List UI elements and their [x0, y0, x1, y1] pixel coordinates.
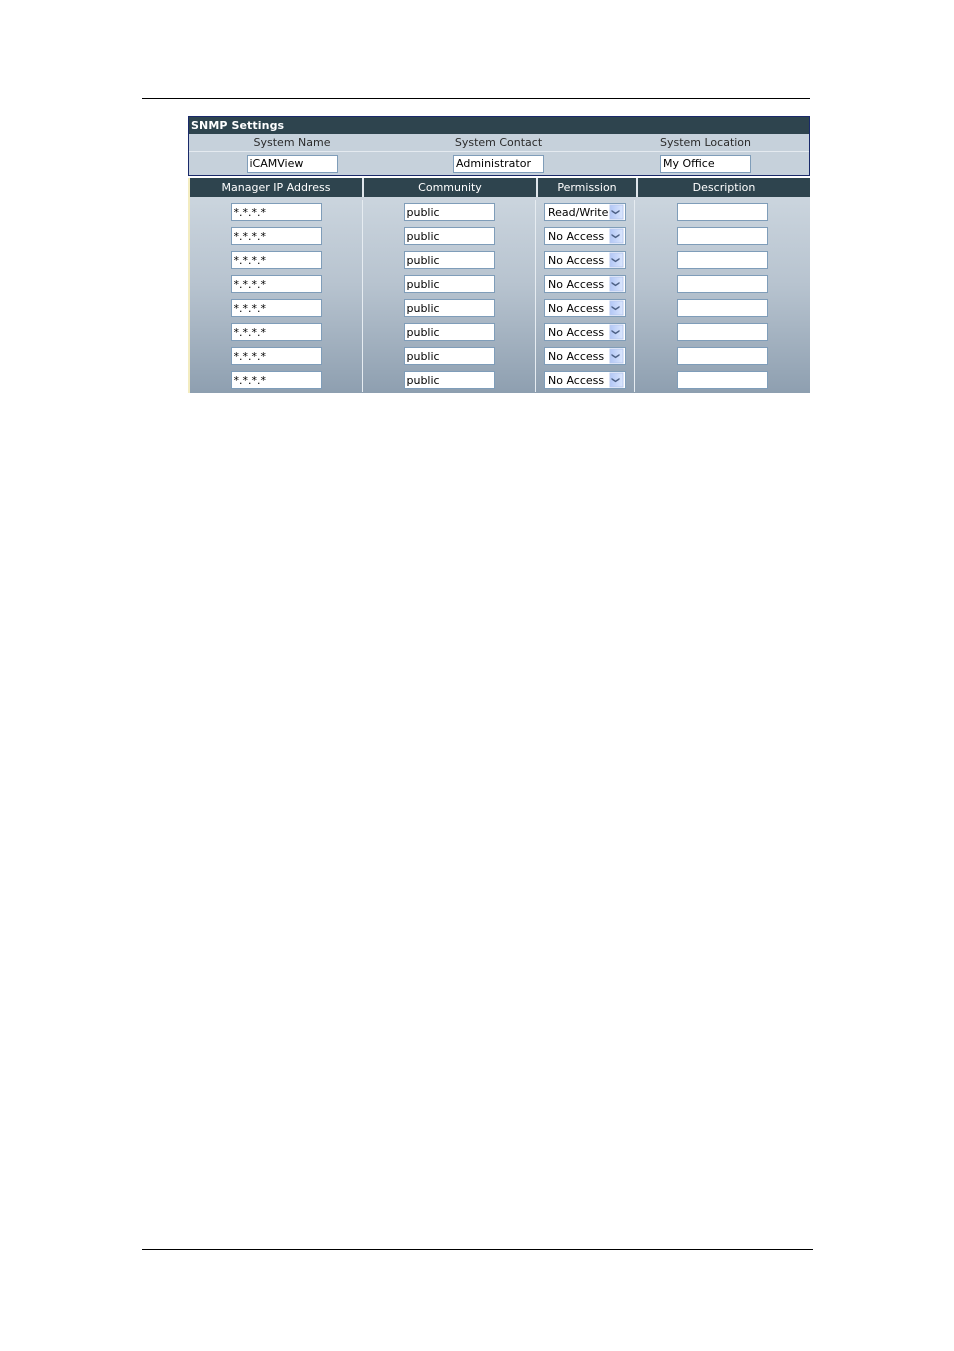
chevron-down-icon[interactable]: ❯: [609, 324, 624, 340]
community-input[interactable]: [403, 203, 495, 221]
manager-ip-input[interactable]: [230, 275, 322, 293]
permission-value: No Access: [548, 301, 605, 315]
permission-select[interactable]: No Access ❯: [544, 347, 626, 365]
description-input[interactable]: [677, 251, 768, 269]
community-input[interactable]: [403, 323, 495, 341]
community-input[interactable]: [403, 371, 495, 389]
permission-select[interactable]: No Access ❯: [544, 299, 626, 317]
community-input[interactable]: [403, 227, 495, 245]
permission-value: No Access: [548, 277, 605, 291]
description-input[interactable]: [677, 227, 768, 245]
snmp-manager-table: Manager IP Address Community Permission …: [188, 178, 810, 393]
snmp-settings-panel: SNMP Settings System Name System Contact…: [188, 116, 810, 393]
manager-ip-input[interactable]: [230, 251, 322, 269]
table-row: No Access ❯: [190, 272, 810, 296]
description-input[interactable]: [677, 371, 768, 389]
permission-select[interactable]: No Access ❯: [544, 323, 626, 341]
community-input[interactable]: [403, 251, 495, 269]
manager-ip-input[interactable]: [230, 227, 322, 245]
description-input[interactable]: [677, 275, 768, 293]
system-inputs-row: [189, 152, 809, 175]
system-info-box: SNMP Settings System Name System Contact…: [188, 116, 810, 176]
table-row: No Access ❯: [190, 296, 810, 320]
table-body: Read/Write ❯ No Access ❯ No Access ❯: [190, 197, 810, 393]
manager-ip-input[interactable]: [230, 371, 322, 389]
chevron-down-icon[interactable]: ❯: [609, 348, 624, 364]
column-header-description: Description: [692, 181, 756, 194]
permission-select[interactable]: No Access ❯: [544, 251, 626, 269]
table-header: Manager IP Address Community Permission …: [190, 178, 810, 197]
description-input[interactable]: [677, 203, 768, 221]
permission-select[interactable]: No Access ❯: [544, 275, 626, 293]
system-location-label: System Location: [659, 136, 752, 149]
description-input[interactable]: [677, 299, 768, 317]
permission-select[interactable]: No Access ❯: [544, 371, 626, 389]
page-footer-rule: [142, 1249, 813, 1250]
system-contact-label: System Contact: [454, 136, 543, 149]
column-header-permission: Permission: [538, 178, 638, 197]
permission-select[interactable]: No Access ❯: [544, 227, 626, 245]
panel-title: SNMP Settings: [189, 117, 809, 134]
table-row: No Access ❯: [190, 368, 810, 392]
community-input[interactable]: [403, 347, 495, 365]
community-input[interactable]: [403, 275, 495, 293]
permission-value: No Access: [548, 373, 605, 387]
manager-ip-input[interactable]: [230, 323, 322, 341]
chevron-down-icon[interactable]: ❯: [609, 252, 624, 268]
community-input[interactable]: [403, 299, 495, 317]
chevron-down-icon[interactable]: ❯: [609, 204, 624, 220]
system-name-label: System Name: [253, 136, 331, 149]
table-row: No Access ❯: [190, 344, 810, 368]
system-contact-input[interactable]: [453, 154, 544, 173]
permission-value: No Access: [548, 325, 605, 339]
description-input[interactable]: [677, 347, 768, 365]
permission-value: No Access: [548, 253, 605, 267]
permission-value: No Access: [548, 349, 605, 363]
permission-value: Read/Write: [548, 205, 609, 219]
table-row: No Access ❯: [190, 224, 810, 248]
table-row: No Access ❯: [190, 320, 810, 344]
permission-select[interactable]: Read/Write ❯: [544, 203, 626, 221]
column-header-community: Community: [364, 178, 538, 197]
system-name-input[interactable]: [246, 154, 338, 173]
page-header-rule: [142, 98, 810, 99]
chevron-down-icon[interactable]: ❯: [609, 300, 624, 316]
system-location-input[interactable]: [660, 154, 751, 173]
table-row: No Access ❯: [190, 248, 810, 272]
permission-value: No Access: [548, 229, 605, 243]
manager-ip-input[interactable]: [230, 203, 322, 221]
chevron-down-icon[interactable]: ❯: [609, 372, 624, 388]
system-labels-row: System Name System Contact System Locati…: [189, 134, 809, 152]
chevron-down-icon[interactable]: ❯: [609, 276, 624, 292]
description-input[interactable]: [677, 323, 768, 341]
table-row: Read/Write ❯: [190, 200, 810, 224]
column-header-manager-ip: Manager IP Address: [190, 178, 364, 197]
manager-ip-input[interactable]: [230, 299, 322, 317]
chevron-down-icon[interactable]: ❯: [609, 228, 624, 244]
manager-ip-input[interactable]: [230, 347, 322, 365]
